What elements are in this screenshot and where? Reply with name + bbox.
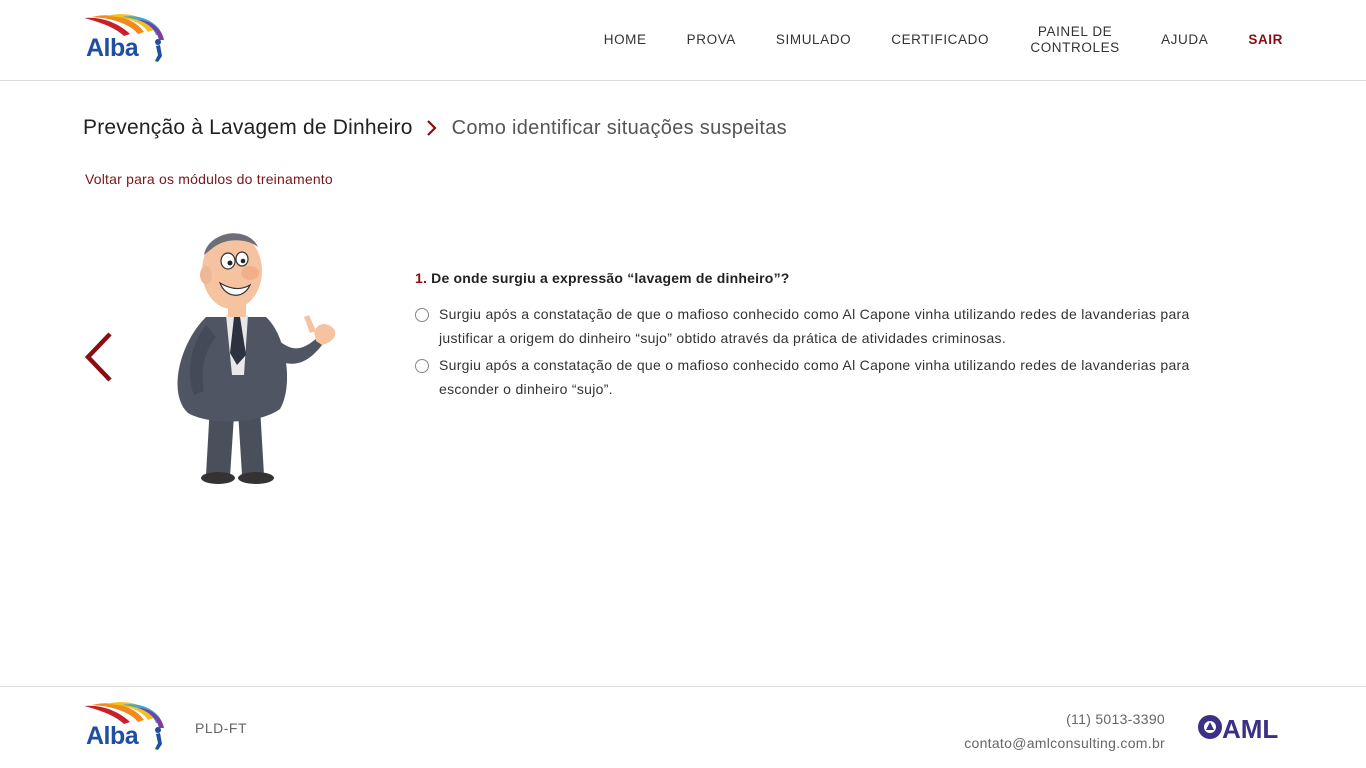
radio-button[interactable] xyxy=(415,308,429,322)
site-header: Alba HOME PROVA SIMULADO CERTIFICADO PAI… xyxy=(0,0,1366,81)
nav-certificado[interactable]: CERTIFICADO xyxy=(891,32,989,48)
answer-option-text: Surgiu após a constatação de que o mafio… xyxy=(439,357,1190,397)
nav-ajuda[interactable]: AJUDA xyxy=(1161,32,1208,48)
aml-logo: AML xyxy=(1196,713,1286,744)
breadcrumb-module: Como identificar situações suspeitas xyxy=(451,116,787,139)
logo-text: Alba xyxy=(86,34,139,62)
breadcrumb: Prevenção à Lavagem de Dinheiro Como ide… xyxy=(83,114,787,142)
aml-logo-text: AML xyxy=(1222,714,1278,743)
nav-sair[interactable]: SAIR xyxy=(1248,32,1283,48)
answer-option-text: Surgiu após a constatação de que o mafio… xyxy=(439,306,1190,346)
question-block: 1. De onde surgiu a expressão “lavagem d… xyxy=(415,270,1215,409)
back-to-modules-link[interactable]: Voltar para os módulos do treinamento xyxy=(85,171,333,187)
footer-phone: (11) 5013-3390 xyxy=(1066,711,1165,727)
main-nav: HOME PROVA SIMULADO CERTIFICADO PAINEL D… xyxy=(564,0,1283,80)
breadcrumb-course[interactable]: Prevenção à Lavagem de Dinheiro xyxy=(83,116,413,140)
answer-option[interactable]: Surgiu após a constatação de que o mafio… xyxy=(415,357,1215,401)
question-text: De onde surgiu a expressão “lavagem de d… xyxy=(431,270,790,286)
footer-email[interactable]: contato@amlconsulting.com.br xyxy=(964,731,1165,755)
aml-logo-graphic: AML xyxy=(1198,714,1278,744)
nav-simulado[interactable]: SIMULADO xyxy=(776,32,851,48)
nav-painel-line1: PAINEL DE xyxy=(1037,24,1113,39)
question-title: 1. De onde surgiu a expressão “lavagem d… xyxy=(415,270,1215,286)
alba-logo[interactable]: Alba xyxy=(82,14,166,66)
nav-home[interactable]: HOME xyxy=(604,32,647,48)
chevron-right-icon xyxy=(421,114,443,142)
footer-contact: (11) 5013-3390 contato@amlconsulting.com… xyxy=(964,707,1165,755)
businessman-illustration xyxy=(168,225,343,487)
footer-program-label: PLD-FT xyxy=(195,720,247,736)
question-number: 1. xyxy=(415,270,428,286)
nav-painel-de-controles[interactable]: PAINEL DE CONTROLES xyxy=(1029,24,1121,56)
nav-prova[interactable]: PROVA xyxy=(687,32,736,48)
nav-painel-line2: CONTROLES xyxy=(1030,40,1120,55)
radio-button[interactable] xyxy=(415,359,429,373)
site-footer: Alba PLD-FT (11) 5013-3390 contato@amlco… xyxy=(0,686,1366,768)
footer-alba-logo: Alba xyxy=(82,702,166,754)
chevron-left-icon[interactable] xyxy=(82,330,118,386)
footer-logo-text: Alba xyxy=(86,722,139,750)
answer-option[interactable]: Surgiu após a constatação de que o mafio… xyxy=(415,306,1215,350)
